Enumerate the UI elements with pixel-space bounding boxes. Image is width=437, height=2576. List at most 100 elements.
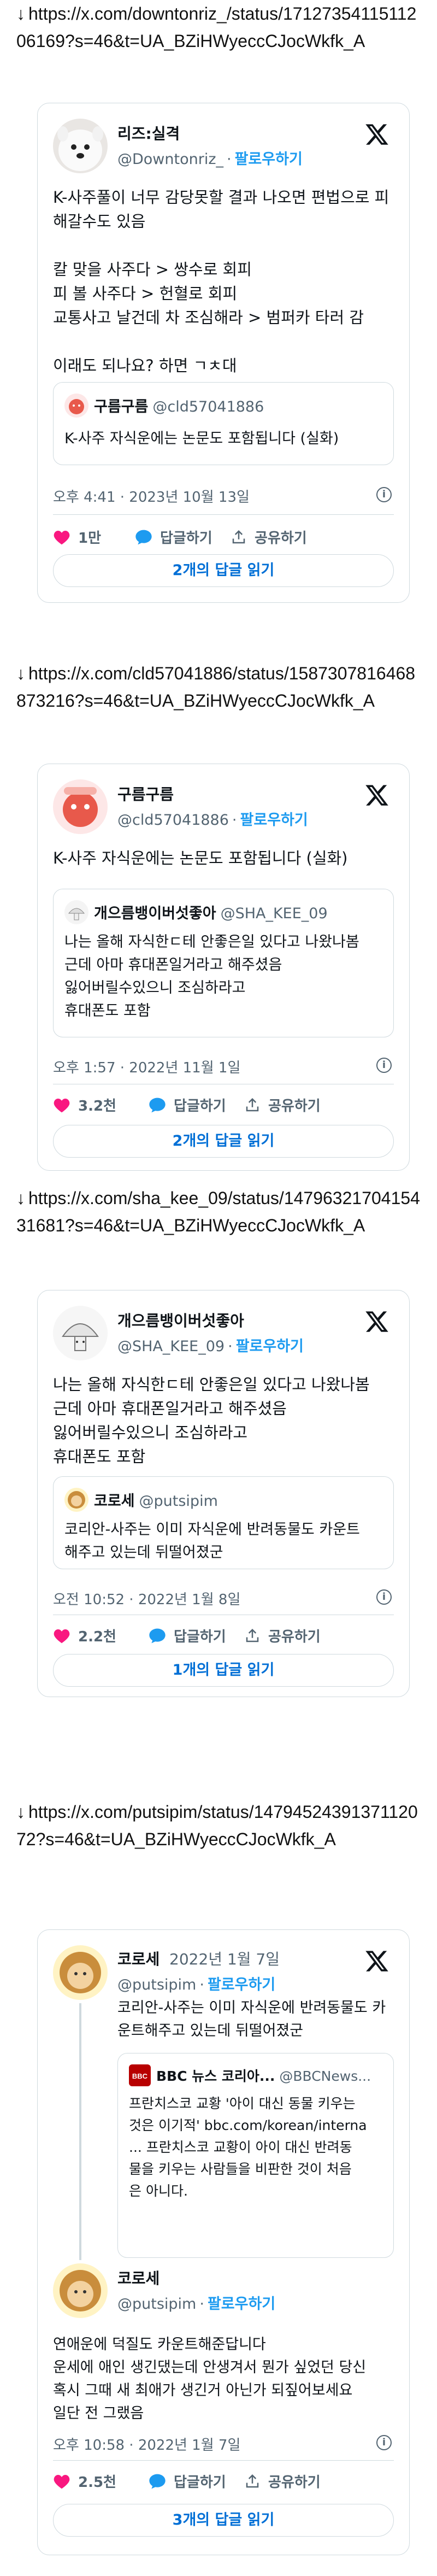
bbc-logo-icon: BBC (129, 2064, 151, 2086)
like-button[interactable]: 2.5천 (53, 2471, 116, 2491)
down-arrow-icon: ↓ (16, 1802, 25, 1822)
share-button[interactable]: 공유하기 (244, 1095, 321, 1115)
x-logo-icon[interactable] (364, 122, 389, 147)
share-button[interactable]: 공유하기 (244, 1626, 321, 1646)
quote-text: K-사주 자식운에는 논문도 포함됩니다 (실화) (64, 430, 339, 447)
tweet-text: K-사주풀이 너무 감당못할 결과 나오면 편법으로 피해갈수도 있음 칼 맞을… (53, 188, 389, 375)
parent-author-name[interactable]: 코로세 (117, 1950, 160, 1968)
avatar-cloud (64, 394, 88, 418)
down-arrow-icon: ↓ (16, 4, 25, 24)
follow-button[interactable]: 팔로우하기 (236, 1338, 304, 1355)
read-replies-button[interactable]: 2개의 답글 읽기 (53, 554, 394, 587)
read-replies-button[interactable]: 1개의 답글 읽기 (53, 1654, 394, 1687)
reply-bubble-icon (149, 1098, 166, 1112)
x-logo-icon[interactable] (364, 783, 389, 808)
read-replies-button[interactable]: 3개의 답글 읽기 (53, 2504, 394, 2537)
avatar-korose[interactable] (53, 1945, 108, 2000)
heart-icon (54, 530, 70, 544)
author-handle[interactable]: @cld57041886 (117, 812, 229, 829)
author-name[interactable]: 구름구름 (117, 783, 174, 805)
parent-date[interactable]: 2022년 1월 7일 (169, 1950, 280, 1968)
info-icon[interactable]: i (376, 487, 392, 502)
source-url-3[interactable]: ↓ https://x.com/sha_kee_09/status/1479632… (16, 1184, 421, 1239)
info-icon[interactable]: i (376, 2435, 392, 2450)
reply-button[interactable]: 답글하기 (149, 1095, 226, 1115)
heart-icon (54, 1098, 70, 1112)
avatar-cloud[interactable] (53, 779, 108, 834)
quote-author-handle: @SHA_KEE_09 (220, 905, 328, 922)
tweet-text: K-사주 자식운에는 논문도 포함됩니다 (실화) (53, 849, 348, 867)
author-name[interactable]: 리즈:실격 (117, 122, 180, 144)
tweet-card-4: 코로세 2022년 1월 7일 @putsipim · 팔로우하기 코리안-사주는 … (37, 1929, 410, 2555)
avatar-mushroom (64, 900, 88, 924)
tweet-text: 나는 올해 자식한ㄷ테 안좋은일 있다고 나왔나봄 근데 아마 휴대폰일거라고 … (53, 1375, 370, 1466)
source-url-4[interactable]: ↓ https://x.com/putsipim/status/147945243… (16, 1798, 421, 1853)
divider (53, 2460, 394, 2461)
reply-button[interactable]: 답글하기 (149, 2471, 226, 2491)
tweet-card-2: 구름구름 @cld57041886 · 팔로우하기 K-사주 자식운에는 논문도 포… (37, 764, 410, 1171)
quote-text: 나는 올해 자식한ㄷ테 안좋은일 있다고 나왔나봄 근데 아마 휴대폰일거라고 … (64, 934, 359, 1019)
like-button[interactable]: 1만 (53, 527, 101, 547)
follow-button[interactable]: 팔로우하기 (235, 151, 303, 168)
share-button[interactable]: 공유하기 (244, 2471, 321, 2491)
quoted-tweet[interactable]: 구름구름 @cld57041886 K-사주 자식운에는 논문도 포함됩니다 (실… (53, 382, 394, 465)
tweet-timestamp[interactable]: 오전 10:52 · 2022년 1월 8일 (53, 1588, 240, 1609)
tweet-timestamp[interactable]: 오후 10:58 · 2022년 1월 7일 (53, 2434, 240, 2454)
quote-author-name: 구름구름 (94, 398, 149, 415)
quoted-tweet[interactable]: 개으름뱅이버섯좋아 @SHA_KEE_09 나는 올해 자식한ㄷ테 안좋은일 있다… (53, 889, 394, 1037)
follow-button[interactable]: 팔로우하기 (208, 1976, 275, 1993)
info-icon[interactable]: i (376, 1058, 392, 1073)
reply-button[interactable]: 답글하기 (149, 1626, 226, 1646)
heart-icon (54, 1629, 70, 1643)
share-button[interactable]: 공유하기 (231, 527, 307, 547)
tweet-text: 연애운에 덕질도 카운트해준답니다 운세에 애인 생긴댔는데 안생겨서 뭔가 싶… (53, 2336, 367, 2422)
author-name[interactable]: 코로세 (117, 2267, 160, 2289)
source-url-1[interactable]: ↓ https://x.com/downtonriz_/status/171273… (16, 0, 421, 55)
like-button[interactable]: 2.2천 (53, 1626, 116, 1646)
share-icon (246, 2474, 259, 2487)
source-url-2[interactable]: ↓ https://x.com/cld57041886/status/158730… (16, 660, 421, 714)
author-name[interactable]: 개으름뱅이버섯좋아 (117, 1309, 244, 1331)
avatar-korose[interactable] (53, 2263, 108, 2318)
author-handle[interactable]: @Downtonriz_ (117, 151, 223, 168)
like-button[interactable]: 3.2천 (53, 1095, 116, 1115)
author-handle[interactable]: @SHA_KEE_09 (117, 1338, 225, 1355)
share-icon (232, 530, 245, 543)
thread-connector (79, 2003, 81, 2260)
info-icon[interactable]: i (376, 1589, 392, 1605)
heart-icon (54, 2474, 70, 2489)
reply-bubble-icon (149, 1628, 166, 1643)
parent-author-handle[interactable]: @putsipim (117, 1976, 196, 1993)
follow-button[interactable]: 팔로우하기 (208, 2296, 275, 2313)
down-arrow-icon: ↓ (16, 1188, 25, 1208)
quote-text: 프란치스코 교황 '아이 대신 동물 키우는 것은 이기적' bbc.com/k… (129, 2096, 367, 2199)
avatar-mushroom[interactable] (53, 1306, 108, 1360)
like-count: 1만 (78, 530, 102, 547)
follow-button[interactable]: 팔로우하기 (240, 812, 308, 829)
quote-author-handle: @putsipim (139, 1493, 218, 1510)
divider (53, 514, 394, 515)
like-count: 2.5천 (78, 2474, 116, 2491)
avatar-dog[interactable] (53, 119, 108, 173)
x-logo-icon[interactable] (364, 1309, 389, 1334)
share-icon (246, 1628, 259, 1642)
quote-author-handle: @BBCNews... (279, 2068, 371, 2084)
quote-text: 코리안-사주는 이미 자식운에 반려동물도 카운트 해주고 있는데 뒤떨어졌군 (64, 1521, 360, 1561)
svg-text:BBC: BBC (132, 2072, 148, 2080)
quoted-tweet-bbc[interactable]: BBC BBC 뉴스 코리아... @BBCNews... 프란치스코 교황 '아… (117, 2053, 394, 2258)
quote-author-name: 개으름뱅이버섯좋아 (94, 905, 216, 922)
avatar-korose (64, 1488, 88, 1512)
tweet-card-1: 리즈:실격 @Downtonriz_ · 팔로우하기 K-사주풀이 너무 감당못할 … (37, 103, 410, 603)
reply-bubble-icon (135, 530, 152, 544)
quote-author-name: BBC 뉴스 코리아... (156, 2068, 275, 2084)
tweet-timestamp[interactable]: 오후 4:41 · 2023년 10월 13일 (53, 486, 250, 506)
tweet-card-3: 개으름뱅이버섯좋아 @SHA_KEE_09 · 팔로우하기 나는 올해 자식한ㄷ테 … (37, 1290, 410, 1697)
read-replies-button[interactable]: 2개의 답글 읽기 (53, 1125, 394, 1158)
reply-button[interactable]: 답글하기 (135, 527, 212, 547)
x-logo-icon[interactable] (364, 1949, 389, 1974)
reply-bubble-icon (149, 2474, 166, 2489)
author-handle[interactable]: @putsipim (117, 2296, 196, 2313)
quote-author-name: 코로세 (94, 1493, 135, 1510)
quoted-tweet[interactable]: 코로세 @putsipim 코리안-사주는 이미 자식운에 반려동물도 카운트 해… (53, 1476, 394, 1569)
tweet-timestamp[interactable]: 오후 1:57 · 2022년 11월 1일 (53, 1057, 240, 1077)
